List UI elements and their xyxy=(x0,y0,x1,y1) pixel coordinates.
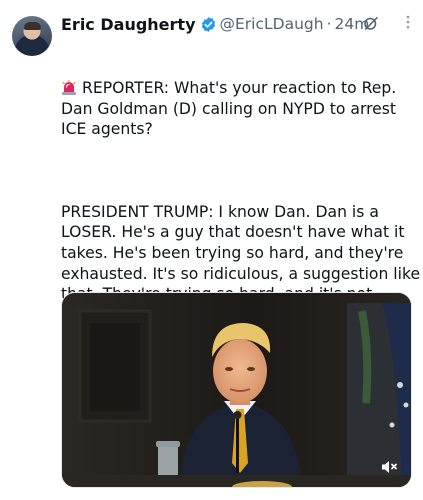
siren-emoji xyxy=(61,79,77,96)
avatar[interactable] xyxy=(12,16,52,56)
author-name[interactable]: Eric Daugherty xyxy=(61,15,196,34)
video-player[interactable] xyxy=(61,292,412,488)
tweet-header: Eric Daugherty @EricLDaugh · 24m xyxy=(61,13,416,35)
video-frame xyxy=(62,293,411,487)
tweet[interactable]: Eric Daugherty @EricLDaugh · 24m REPORTE… xyxy=(0,0,423,500)
author-handle[interactable]: @EricLDaugh xyxy=(220,15,324,33)
more-icon[interactable] xyxy=(405,13,411,35)
volume-muted-icon[interactable] xyxy=(379,457,399,477)
separator-dot: · xyxy=(326,15,332,33)
tweet-paragraph-1-text: REPORTER: What's your reaction to Rep. D… xyxy=(61,79,402,139)
grok-icon[interactable] xyxy=(362,14,380,32)
tweet-paragraph-1: REPORTER: What's your reaction to Rep. D… xyxy=(61,78,421,140)
verified-badge-icon xyxy=(200,16,217,33)
